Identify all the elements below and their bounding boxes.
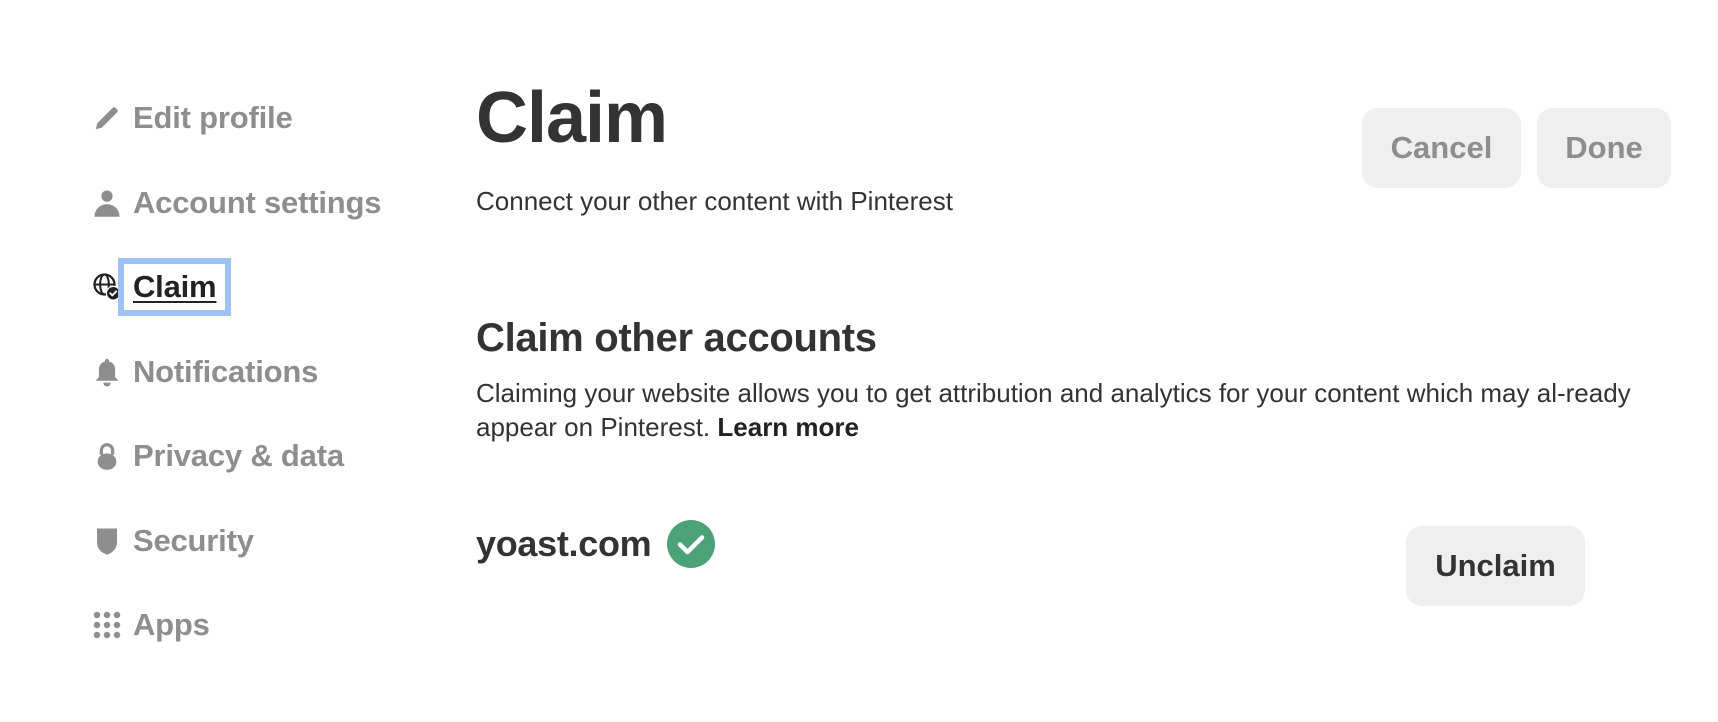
learn-more-link[interactable]: Learn more bbox=[717, 412, 859, 442]
sidebar-item-notifications[interactable]: Notifications bbox=[92, 352, 432, 392]
sidebar-item-label: Account settings bbox=[133, 184, 382, 220]
header-actions: Cancel Done bbox=[1362, 108, 1671, 188]
sidebar-item-account-settings[interactable]: Account settings bbox=[92, 183, 432, 223]
sidebar-item-label: Privacy & data bbox=[133, 438, 344, 473]
sidebar-item-apps[interactable]: Apps bbox=[92, 605, 432, 645]
sidebar-item-edit-profile[interactable]: Edit profile bbox=[92, 98, 432, 138]
shield-icon bbox=[92, 525, 124, 557]
globe-check-icon bbox=[92, 271, 124, 303]
done-button[interactable]: Done bbox=[1537, 108, 1671, 188]
sidebar-item-label: Apps bbox=[133, 607, 210, 642]
lock-icon bbox=[92, 440, 124, 472]
settings-sidebar: Edit profile Account settings Claim Noti… bbox=[92, 98, 432, 690]
section-title: Claim other accounts bbox=[476, 316, 877, 360]
person-icon bbox=[92, 187, 124, 219]
page-subtitle: Connect your other content with Pinteres… bbox=[476, 186, 953, 216]
description-text: Claiming your website allows you to get … bbox=[476, 378, 1631, 442]
sidebar-item-security[interactable]: Security bbox=[92, 521, 432, 561]
grid-dots-icon bbox=[92, 609, 124, 641]
verified-check-icon bbox=[667, 520, 716, 568]
claimed-account-row: yoast.com bbox=[476, 520, 716, 568]
page-title: Claim bbox=[476, 78, 668, 158]
sidebar-item-label: Claim bbox=[117, 258, 232, 316]
bell-icon bbox=[92, 356, 124, 388]
sidebar-item-privacy-data[interactable]: Privacy & data bbox=[92, 436, 432, 476]
unclaim-button[interactable]: Unclaim bbox=[1406, 526, 1585, 606]
pencil-icon bbox=[92, 102, 124, 134]
sidebar-item-label: Notifications bbox=[133, 353, 319, 389]
sidebar-item-label: Edit profile bbox=[133, 100, 293, 135]
sidebar-item-label: Security bbox=[133, 522, 254, 558]
sidebar-item-claim[interactable]: Claim bbox=[92, 258, 432, 316]
claimed-site-name: yoast.com bbox=[476, 523, 652, 564]
section-description: Claiming your website allows you to get … bbox=[476, 376, 1656, 444]
cancel-button[interactable]: Cancel bbox=[1362, 108, 1521, 188]
